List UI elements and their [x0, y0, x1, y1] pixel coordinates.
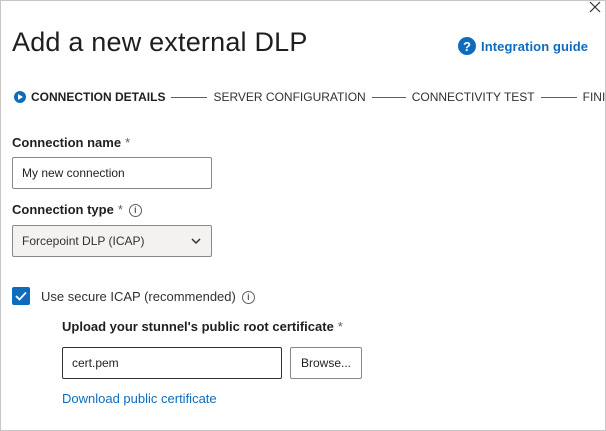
browse-button[interactable]: Browse... [290, 347, 362, 379]
step-divider [171, 96, 208, 98]
close-icon[interactable] [588, 0, 602, 14]
help-icon: ? [458, 37, 476, 55]
info-icon[interactable]: i [128, 203, 142, 217]
required-marker: * [125, 135, 131, 150]
certificate-label-text: Upload your stunnel's public root certif… [62, 319, 334, 334]
connection-type-label-text: Connection type [12, 202, 114, 217]
certificate-file-input[interactable]: cert.pem [62, 347, 282, 379]
connection-type-select[interactable]: Forcepoint DLP (ICAP) [12, 225, 212, 257]
page-title: Add a new external DLP [12, 27, 308, 57]
info-icon[interactable]: i [241, 290, 255, 304]
secure-icap-checkbox[interactable] [12, 287, 30, 305]
checkmark-icon [15, 291, 27, 301]
current-step-icon [14, 91, 26, 103]
integration-guide-label: Integration guide [481, 38, 589, 54]
wizard-steps: CONNECTION DETAILS SERVER CONFIGURATION … [14, 89, 606, 105]
step-connection-details: CONNECTION DETAILS [31, 90, 166, 104]
step-connectivity-test: CONNECTIVITY TEST [411, 90, 535, 104]
step-server-configuration: SERVER CONFIGURATION [213, 90, 366, 104]
download-certificate-link[interactable]: Download public certificate [62, 391, 217, 406]
connection-name-input[interactable]: My new connection [12, 157, 212, 189]
step-finish: FINISH [582, 90, 606, 104]
secure-icap-label: Use secure ICAP (recommended) i [41, 289, 255, 304]
step-divider [540, 96, 577, 98]
certificate-label: Upload your stunnel's public root certif… [62, 319, 343, 334]
integration-guide-link[interactable]: ? Integration guide [458, 37, 588, 55]
connection-type-label: Connection type * i [12, 202, 142, 217]
step-divider [371, 96, 406, 98]
certificate-file-value: cert.pem [72, 356, 119, 370]
required-marker: * [337, 319, 343, 334]
chevron-down-icon [191, 238, 201, 245]
required-marker: * [117, 202, 123, 217]
connection-name-label: Connection name * [12, 135, 130, 150]
connection-type-value: Forcepoint DLP (ICAP) [22, 234, 145, 248]
secure-icap-label-text: Use secure ICAP (recommended) [41, 289, 236, 304]
connection-name-value: My new connection [22, 166, 125, 180]
connection-name-label-text: Connection name [12, 135, 122, 150]
